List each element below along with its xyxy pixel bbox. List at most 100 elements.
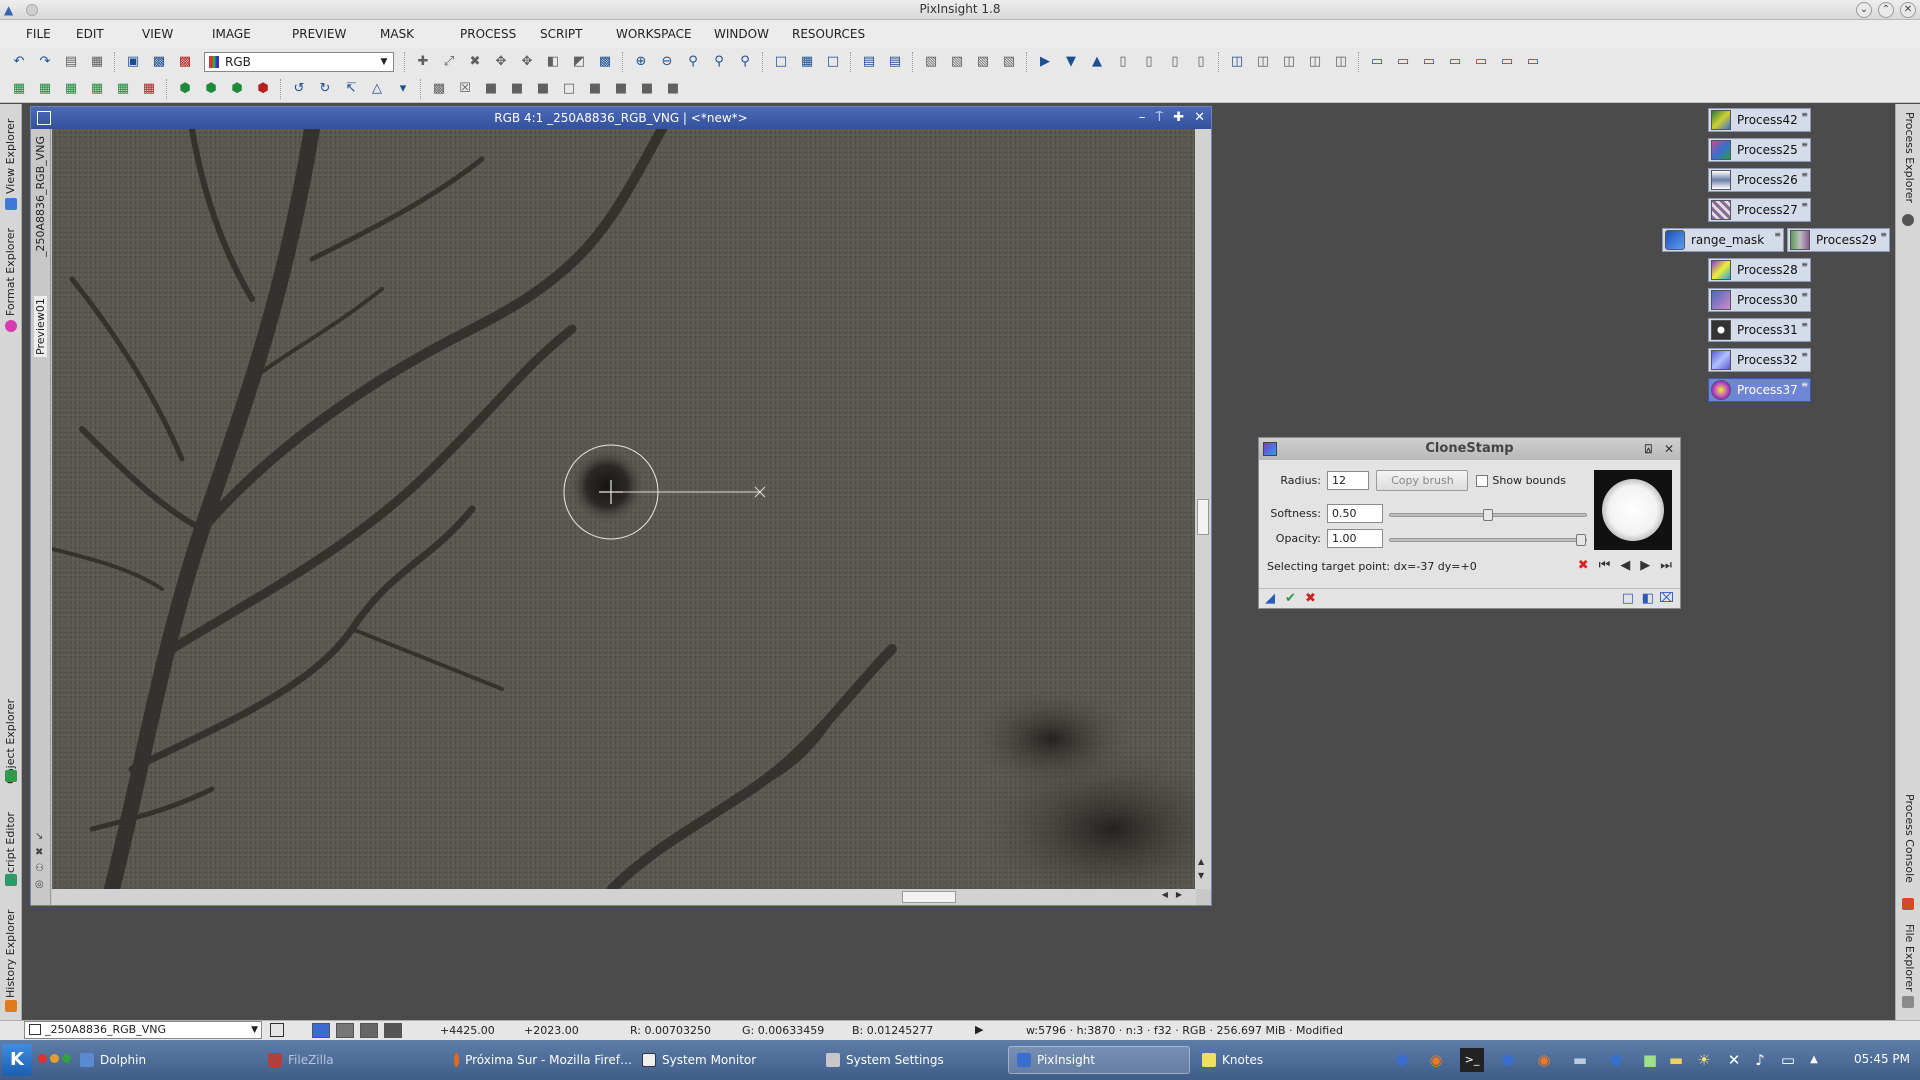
track-view-icon[interactable]: ▯ [1138,51,1160,73]
mask-invert-icon[interactable]: ▧ [946,51,968,73]
screen-icon[interactable]: ▭ [1366,51,1388,73]
screen-blue-icon[interactable]: ▭ [1496,51,1518,73]
zoom-fit-icon[interactable]: ⚲ [708,51,730,73]
gray-swatch-7-icon[interactable]: ■ [636,78,658,100]
apply-global-icon[interactable]: ▲ [1086,51,1108,73]
tab-history-explorer[interactable]: History Explorer [4,910,17,998]
gray-swatch-3-icon[interactable]: ■ [532,78,554,100]
reset-icon[interactable]: ⌧ [1659,591,1674,606]
previous-action-icon[interactable]: ◀ [1620,558,1630,573]
cube-remove-icon[interactable]: ⬢ [252,78,274,100]
hscroll-arrows-icon[interactable]: ◀▶ [1162,890,1190,899]
display-icon[interactable]: ▬ [1568,1048,1592,1072]
window-menu-icon[interactable] [37,111,51,125]
tab-process-explorer[interactable]: Process Explorer [1903,112,1916,203]
task-knotes[interactable]: Knotes [1194,1046,1364,1074]
clonestamp-titlebar[interactable]: CloneStamp ⍓ ✕ [1259,438,1680,460]
monitor-icon[interactable]: ▭ [1776,1048,1800,1072]
view-selector[interactable]: _250A8836_RGB_VNG ▼ [24,1021,262,1039]
window-cascade-icon[interactable]: ▤ [884,51,906,73]
chevron-down-icon[interactable]: ▼ [251,1022,258,1038]
opacity-slider[interactable] [1389,534,1587,546]
gray-swatch-5-icon[interactable]: ■ [584,78,606,100]
mirror-horizontal-icon[interactable]: △ [366,78,388,100]
cube-2-icon[interactable]: ⬢ [200,78,222,100]
process-icon-process31[interactable]: Process31 ≡ [1708,318,1811,342]
tray-expand-icon[interactable]: ▲ [1802,1048,1826,1072]
last-action-icon[interactable]: ⏭ [1660,558,1672,573]
play-icon[interactable]: ▶ [975,1023,983,1036]
center-icon[interactable]: ✥ [490,51,512,73]
channel-g-button[interactable] [360,1023,378,1038]
zoom-optimal-icon[interactable]: ⚲ [734,51,756,73]
tab-process-console[interactable]: Process Console [1903,794,1916,883]
task-pixinsight[interactable]: PixInsight [1008,1046,1190,1074]
copy-brush-button[interactable]: Copy brush [1376,470,1469,491]
channel-r-button[interactable] [336,1023,354,1038]
process-icon-a[interactable]: ◫ [1278,51,1300,73]
softness-slider[interactable] [1389,509,1587,521]
task-dolphin[interactable]: Dolphin [72,1046,252,1074]
crop-icon[interactable]: ◧ [542,51,564,73]
task-filezilla[interactable]: FileZilla [260,1046,440,1074]
view-options-icon[interactable] [270,1023,284,1037]
terminal-icon[interactable]: >_ [1460,1048,1484,1072]
apply-icon[interactable]: ▼ [1060,51,1082,73]
horizontal-scrollbar[interactable]: ◀▶ [52,889,1196,905]
process-icon-process32[interactable]: Process32 ≡ [1708,348,1811,372]
iconize-icon[interactable]: ⍑ [1155,107,1163,129]
explorer-icon[interactable]: ◫ [1226,51,1248,73]
menu-view[interactable]: VIEW [134,23,204,45]
process-icon-b[interactable]: ◫ [1304,51,1326,73]
screen-red2-icon[interactable]: ▭ [1470,51,1492,73]
gray-swatch-4-icon[interactable]: □ [558,78,580,100]
tab-script-editor[interactable]: Script Editor [4,812,17,880]
kde-launcher-icon[interactable]: K [2,1044,32,1076]
undo-icon[interactable]: ↶ [8,51,30,73]
gray-swatch-2-icon[interactable]: ■ [506,78,528,100]
screen-export-icon[interactable]: ▭ [1418,51,1440,73]
channel-rgb-button[interactable] [312,1023,330,1038]
process-icon-process25[interactable]: Process25 ≡ [1708,138,1811,162]
next-action-icon[interactable]: ▶ [1640,558,1650,573]
console-icon[interactable]: ◫ [1252,51,1274,73]
icons-sort-icon[interactable]: ▦ [34,78,56,100]
process-icon-c[interactable]: ◫ [1330,51,1352,73]
icons-arrange-icon[interactable]: ▦ [8,78,30,100]
preview-edit-icon[interactable]: □ [822,51,844,73]
menu-mask[interactable]: MASK [372,23,452,45]
image-canvas[interactable] [52,129,1196,889]
mask-icon[interactable]: ▩ [174,51,196,73]
window-tile-icon[interactable]: ▤ [858,51,880,73]
reset-icon[interactable]: ▯ [1112,51,1134,73]
show-bounds-checkbox[interactable] [1476,474,1489,487]
history-icon[interactable]: ▤ [60,51,82,73]
process-icon-process27[interactable]: Process27 ≡ [1708,198,1811,222]
radius-spinbox[interactable]: 12 [1327,471,1369,490]
opacity-field[interactable]: 1.00 [1327,529,1383,548]
channel-b-button[interactable] [384,1023,402,1038]
firefox-launcher-2-icon[interactable]: ◉ [1532,1048,1556,1072]
minimize-button[interactable]: ⌄ [1856,2,1872,18]
process-icon-process37[interactable]: Process37 ≡ [1708,378,1811,402]
tab-format-explorer[interactable]: Format Explorer [4,228,17,316]
redo-icon[interactable]: ↷ [34,51,56,73]
screen-config-icon[interactable]: ▭ [1522,51,1544,73]
task-system-monitor[interactable]: System Monitor [634,1046,814,1074]
task-system-settings[interactable]: System Settings [818,1046,998,1074]
pixinsight-launcher-icon[interactable]: ⬢ [1390,1048,1414,1072]
rotate-ccw-icon[interactable]: ↺ [288,78,310,100]
preview-undo-icon[interactable]: ▯ [1164,51,1186,73]
sidestrip-tools-icon[interactable]: ↘ ✖ ⚇ ◎ [35,829,44,893]
gray-swatch-6-icon[interactable]: ■ [610,78,632,100]
cancel-x-icon[interactable]: ✖ [1305,591,1316,606]
scroll-arrows-icon[interactable]: ▲ ▼ [1198,855,1204,883]
lightbulb-icon[interactable]: ☀ [1692,1048,1716,1072]
process-icon-process26[interactable]: Process26 ≡ [1708,168,1811,192]
icons-list-icon[interactable]: ▦ [86,78,108,100]
browse-doc-icon[interactable]: □ [1622,591,1634,606]
move-icon[interactable]: ✚ [412,51,434,73]
tab-file-explorer[interactable]: File Explorer [1903,924,1916,992]
preview-select-icon[interactable]: ▦ [796,51,818,73]
maximize-button[interactable]: ⌃ [1878,2,1894,18]
